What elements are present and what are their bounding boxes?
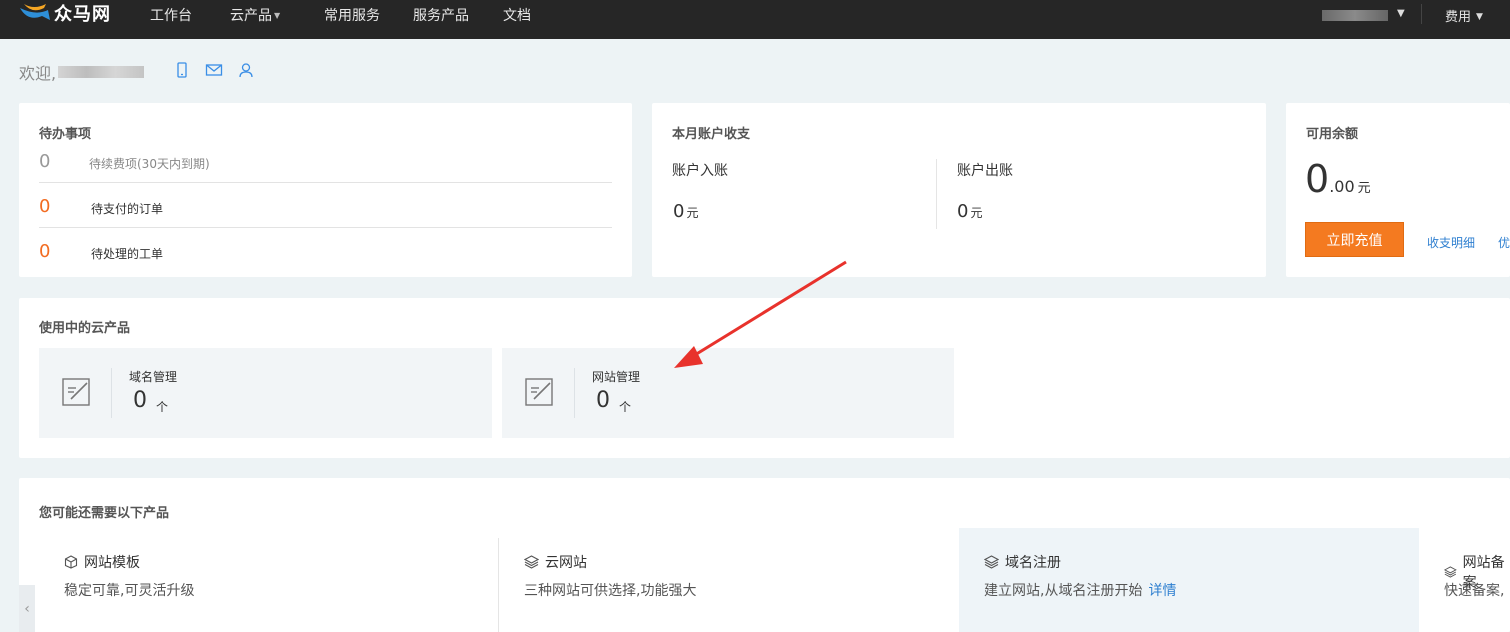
coupon-link[interactable]: 优 [1498, 234, 1510, 251]
recommend-item-cloud-site[interactable]: 云网站 三种网站可供选择,功能强大 [499, 528, 958, 632]
product-unit: 个 [156, 400, 169, 414]
income-amount: 0 [673, 201, 685, 222]
balance-amount: 0.00 元 [1305, 159, 1371, 209]
fee-menu[interactable]: 费用 ▼ [1445, 6, 1483, 25]
recommend-item-title-text: 网站模板 [84, 555, 140, 571]
recommend-item-title: 网站模板 [64, 552, 140, 572]
recommend-item-desc: 快速备案, [1444, 583, 1505, 599]
recommend-item-desc: 三种网站可供选择,功能强大 [524, 583, 697, 599]
todo-title: 待办事项 [39, 127, 92, 142]
logo-text: 众马网 [54, 4, 111, 25]
products-in-use-title: 使用中的云产品 [39, 321, 131, 336]
product-unit: 个 [619, 400, 632, 414]
caret-down-icon[interactable]: ▼ [1397, 8, 1405, 19]
todo-row-unpaid-orders[interactable]: 0 待支付的订单 [39, 198, 612, 228]
recommend-item-desc-text: 建立网站,从域名注册开始 [984, 583, 1143, 599]
nav-cloud-products[interactable]: 云产品 ▼ [230, 5, 280, 25]
recommend-item-desc: 稳定可靠,可灵活升级 [64, 583, 195, 599]
product-name: 域名管理 [129, 370, 178, 384]
nav-cloud-products-label: 云产品 [230, 8, 272, 24]
tile-divider [574, 368, 575, 418]
product-tile-domain[interactable]: 域名管理 0 个 [39, 348, 492, 438]
product-name: 网站管理 [592, 370, 641, 384]
balance-card: 可用余额 0.00 元 立即充值 收支明细 优 [1286, 103, 1510, 277]
todo-row-tickets[interactable]: 0 待处理的工单 [39, 243, 612, 273]
transaction-detail-link[interactable]: 收支明细 [1427, 234, 1475, 251]
recommend-card: 您可能还需要以下产品 网站模板 稳定可靠,可灵活升级 云网站 三种网站可供选择,… [19, 478, 1510, 632]
product-tile-website[interactable]: 网站管理 0 个 [502, 348, 954, 438]
chevron-left-icon: ‹ [24, 600, 30, 617]
nav-common-services[interactable]: 常用服务 [324, 5, 380, 25]
recommend-item-desc: 建立网站,从域名注册开始 详情 [984, 580, 1176, 600]
todo-count: 0 [39, 241, 51, 262]
expense-label: 账户出账 [957, 163, 1013, 179]
topbar-divider [1421, 4, 1422, 24]
recommend-item-domain-register[interactable]: 域名注册 建立网站,从域名注册开始 详情 [959, 528, 1419, 632]
nav-workbench[interactable]: 工作台 [150, 5, 192, 25]
layers-icon [1444, 566, 1457, 578]
carousel-prev-button[interactable]: ‹ [19, 585, 35, 632]
detail-link[interactable]: 详情 [1148, 583, 1176, 599]
layers-icon [524, 555, 539, 569]
recommend-item-templates[interactable]: 网站模板 稳定可靠,可灵活升级 [39, 528, 498, 632]
balance-integer: 0 [1305, 157, 1330, 201]
mobile-icon[interactable] [175, 62, 191, 78]
layers-icon [984, 555, 999, 569]
edit-doc-icon [61, 377, 91, 407]
mail-icon[interactable] [205, 62, 223, 78]
todo-count: 0 [39, 151, 51, 172]
caret-down-icon: ▼ [1476, 12, 1483, 22]
balance-unit: 元 [1357, 181, 1371, 196]
todo-label: 待续费项(30天内到期) [89, 157, 210, 171]
expense-amount: 0 [957, 201, 969, 222]
nav-docs[interactable]: 文档 [503, 5, 531, 25]
edit-doc-icon [524, 377, 554, 407]
user-account-name[interactable] [1322, 10, 1388, 21]
caret-down-icon: ▼ [274, 11, 281, 20]
user-icon[interactable] [238, 62, 254, 78]
top-nav-bar: 众马网 工作台 云产品 ▼ 常用服务 服务产品 文档 ▼ 费用 ▼ [0, 0, 1510, 39]
recommend-item-title-text: 域名注册 [1005, 555, 1061, 571]
balance-title: 可用余额 [1306, 127, 1359, 142]
income-value: 0元 [673, 201, 698, 222]
nav-service-products[interactable]: 服务产品 [413, 5, 469, 25]
product-count: 0 [133, 388, 147, 413]
todo-card: 待办事项 0 待续费项(30天内到期) 0 待支付的订单 0 待处理的工单 [19, 103, 632, 277]
expense-unit: 元 [970, 206, 983, 220]
todo-count: 0 [39, 196, 51, 217]
logo[interactable]: 众马网 [18, 0, 111, 30]
account-divider [936, 159, 937, 229]
account-title: 本月账户收支 [672, 127, 751, 142]
recommend-item-title: 域名注册 [984, 552, 1061, 572]
recommend-item-icp-filing[interactable]: 网站备案 快速备案, [1419, 528, 1510, 632]
products-in-use-card: 使用中的云产品 域名管理 0 个 网站管理 0 个 [19, 298, 1510, 458]
todo-row-renewal[interactable]: 0 待续费项(30天内到期) [39, 153, 612, 183]
fee-menu-label: 费用 [1445, 10, 1472, 25]
recommend-item-title: 云网站 [524, 552, 587, 572]
todo-label: 待处理的工单 [91, 247, 164, 261]
income-label: 账户入账 [672, 163, 728, 179]
account-card: 本月账户收支 账户入账 0元 账户出账 0元 [652, 103, 1266, 277]
welcome-line: 欢迎, [19, 60, 145, 84]
expense-value: 0元 [957, 201, 982, 222]
recommend-item-title-text: 云网站 [545, 555, 587, 571]
balance-cents: .00 [1329, 177, 1355, 196]
tile-divider [111, 368, 112, 418]
welcome-greeting: 欢迎, [19, 64, 57, 83]
recommend-title: 您可能还需要以下产品 [39, 506, 170, 521]
cube-icon [64, 555, 78, 569]
logo-fish-icon [18, 2, 52, 24]
income-unit: 元 [686, 206, 699, 220]
product-count: 0 [596, 388, 610, 413]
user-name-blurred [58, 66, 145, 78]
todo-label: 待支付的订单 [91, 202, 164, 216]
recharge-button[interactable]: 立即充值 [1305, 222, 1404, 257]
